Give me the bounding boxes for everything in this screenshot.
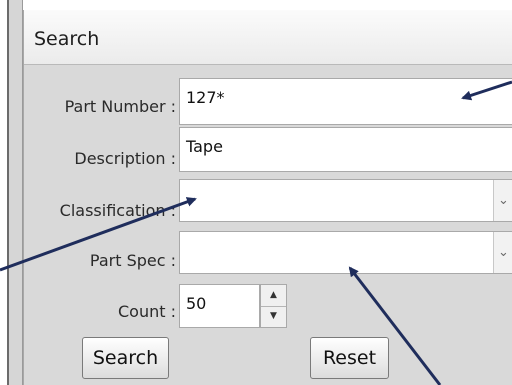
stepper-down-icon[interactable]: ▼ (261, 306, 286, 327)
part-number-input[interactable]: 127* (179, 78, 512, 125)
part-spec-select[interactable] (179, 231, 512, 274)
classification-select[interactable] (179, 179, 512, 222)
classification-dropdown-button[interactable]: ⌄ (493, 180, 512, 221)
stepper-up-icon[interactable]: ▲ (261, 285, 286, 307)
count-input[interactable]: 50 (179, 284, 260, 328)
part-number-label: Part Number : (64, 97, 176, 116)
panel-header[interactable]: Search (24, 10, 512, 65)
chevron-down-icon: ⌄ (498, 245, 509, 260)
window-frame (7, 0, 23, 385)
description-label: Description : (74, 149, 176, 168)
part-spec-dropdown-button[interactable]: ⌄ (493, 232, 512, 273)
search-button[interactable]: Search (82, 337, 169, 379)
description-input[interactable]: Tape (179, 127, 512, 172)
window-edge (0, 0, 6, 385)
classification-label: Classification : (59, 201, 176, 220)
reset-button[interactable]: Reset (310, 337, 389, 379)
panel-title: Search (34, 28, 100, 50)
count-label: Count : (118, 302, 176, 321)
chevron-down-icon: ⌄ (498, 193, 509, 208)
search-panel: Search Part Number : 127* Description : … (23, 10, 512, 385)
screenshot-stage: Search Part Number : 127* Description : … (0, 0, 512, 385)
count-stepper[interactable]: ▲ ▼ (260, 284, 287, 328)
part-spec-label: Part Spec : (89, 251, 176, 270)
